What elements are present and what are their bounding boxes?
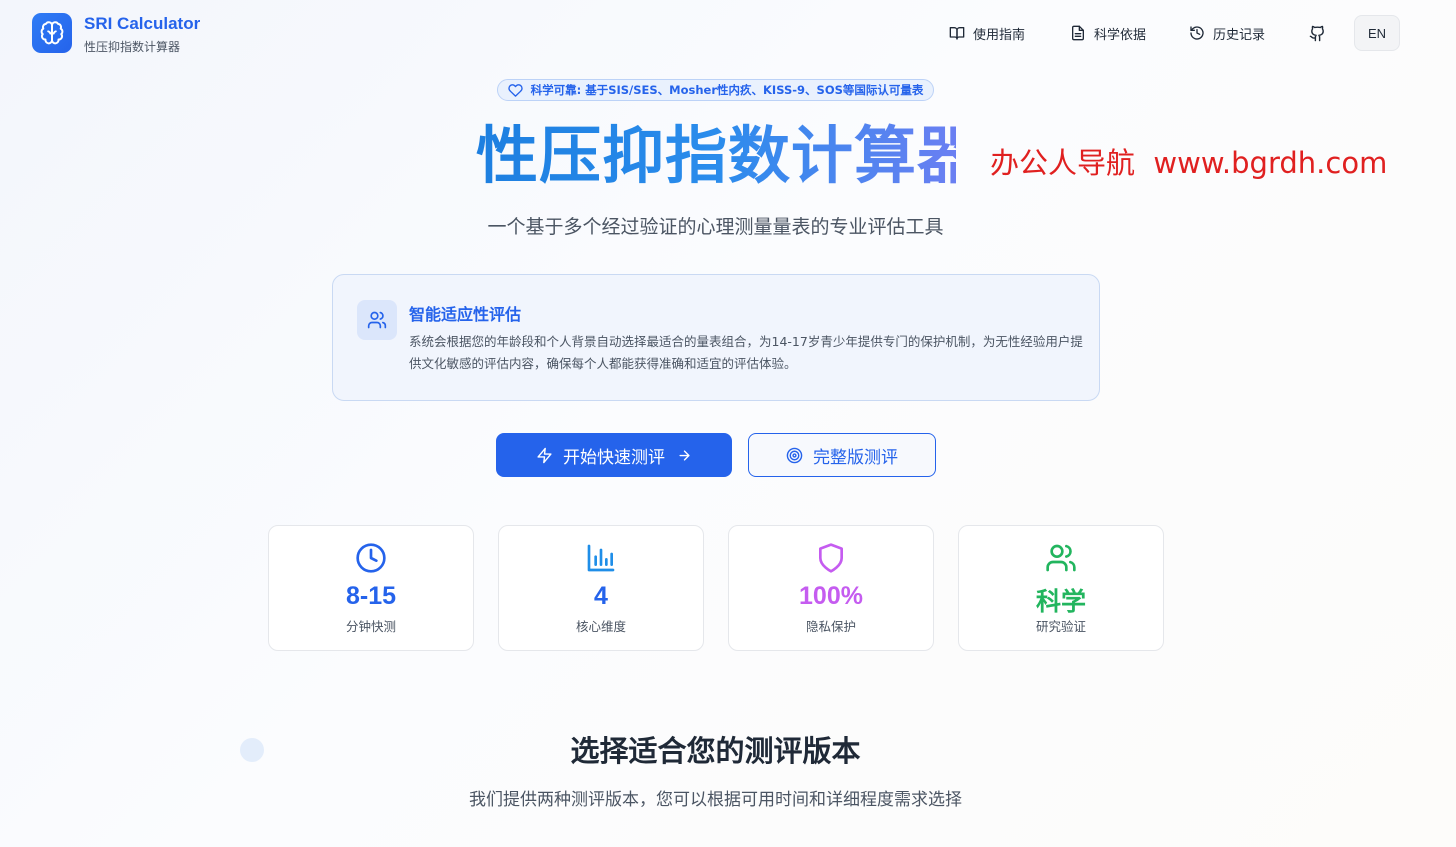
nav-science[interactable]: 科学依据 (1070, 22, 1146, 44)
nav-guide-label: 使用指南 (973, 27, 1026, 43)
stat-value: 4 (594, 582, 608, 610)
nav-science-label: 科学依据 (1094, 27, 1147, 43)
target-icon (786, 447, 803, 463)
bar-chart-icon (587, 544, 615, 572)
trust-badge: 科学可靠: 基于SIS/SES、Mosher性内疚、KISS-9、SOS等国际认… (497, 79, 934, 101)
stat-card-privacy: 100% 隐私保护 (728, 525, 934, 651)
book-icon (949, 27, 965, 40)
quick-assessment-label: 开始快速测评 (563, 447, 665, 468)
nav-history-label: 历史记录 (1213, 27, 1266, 43)
language-toggle-button[interactable]: EN (1354, 15, 1400, 51)
arrow-right-icon (679, 449, 690, 461)
info-card-title: 智能适应性评估 (409, 305, 522, 324)
section-subtitle: 我们提供两种测评版本，您可以根据可用时间和详细程度需求选择 (469, 790, 962, 810)
nav-history[interactable]: 历史记录 (1189, 22, 1265, 44)
clock-icon (356, 543, 386, 573)
brand-title: SRI Calculator (84, 14, 201, 33)
stat-card-duration: 8-15 分钟快测 (268, 525, 474, 651)
full-assessment-label: 完整版测评 (813, 447, 898, 468)
info-icon-box (357, 300, 397, 340)
stat-label: 核心维度 (575, 619, 626, 634)
app-header: SRI Calculator 性压抑指数计算器 使用指南 科学依据 历史记录 E… (0, 0, 1456, 66)
stat-value: 8-15 (345, 582, 397, 610)
stat-card-science: 科学 研究验证 (958, 525, 1164, 651)
brand-subtitle: 性压抑指数计算器 (84, 40, 181, 54)
stat-value: 科学 (1035, 588, 1086, 616)
users-icon (1046, 544, 1076, 572)
stat-label: 分钟快测 (345, 619, 396, 634)
document-icon (1072, 25, 1084, 41)
page-title: 性压抑指数计算器 (476, 116, 979, 196)
shield-icon (819, 543, 843, 573)
github-icon (1309, 25, 1324, 41)
stat-value: 100% (799, 582, 863, 610)
stat-label: 隐私保护 (805, 619, 856, 634)
trust-badge-text: 科学可靠: 基于SIS/SES、Mosher性内疚、KISS-9、SOS等国际认… (530, 83, 924, 97)
section-title: 选择适合您的测评版本 (570, 734, 861, 768)
watermark-text: 办公人导航 www.bgrdh.com (990, 146, 1388, 180)
users-icon (367, 311, 387, 329)
info-card-text: 系统会根据您的年龄段和个人背景自动选择最适合的量表组合，为14-17岁青少年提供… (409, 334, 1083, 371)
full-assessment-button[interactable]: 完整版测评 (748, 433, 936, 477)
history-icon (1190, 26, 1204, 40)
stat-card-dimensions: 4 核心维度 (498, 525, 704, 651)
nav-guide[interactable]: 使用指南 (949, 22, 1025, 44)
logo[interactable] (32, 13, 72, 53)
adaptive-assessment-card: 智能适应性评估 系统会根据您的年龄段和个人背景自动选择最适合的量表组合，为14-… (332, 274, 1100, 401)
stat-label: 研究验证 (1035, 619, 1086, 634)
github-link[interactable] (1309, 22, 1334, 44)
heart-icon (507, 83, 523, 97)
brain-icon (40, 21, 64, 45)
quick-assessment-button[interactable]: 开始快速测评 (496, 433, 732, 477)
lightning-icon (537, 447, 552, 463)
page-subtitle: 一个基于多个经过验证的心理测量量表的专业评估工具 (487, 216, 944, 238)
